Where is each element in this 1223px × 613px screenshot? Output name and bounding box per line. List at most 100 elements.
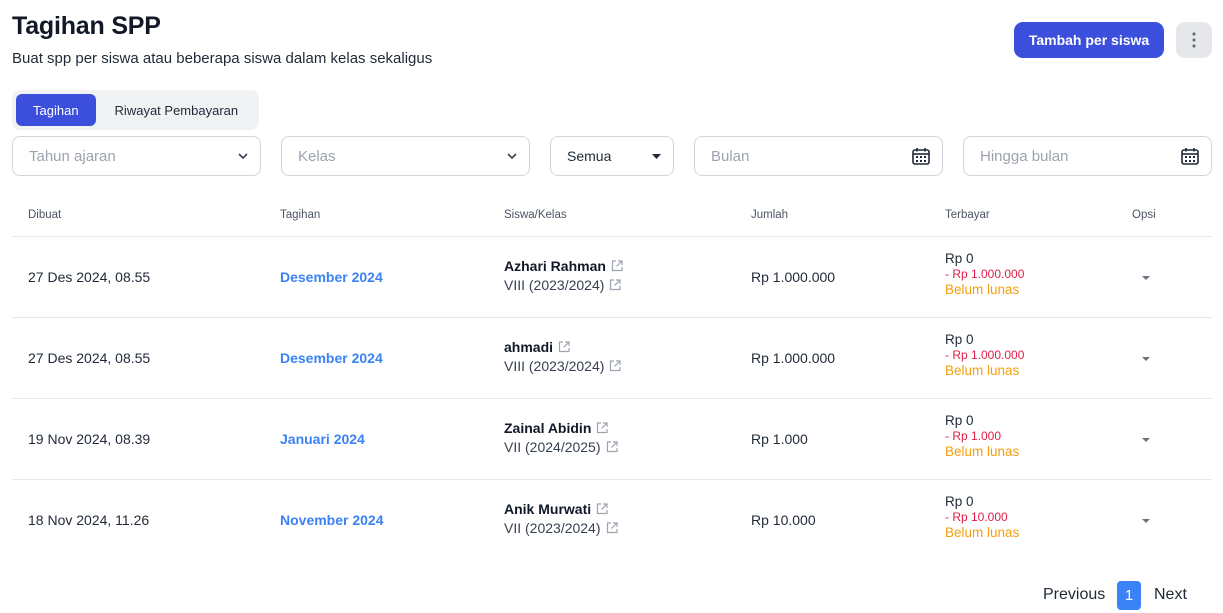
remaining-amount: - Rp 1.000.000	[945, 266, 1025, 281]
page-header: Tagihan SPP Buat spp per siswa atau bebe…	[12, 12, 432, 67]
student-name-link[interactable]: ahmadi	[504, 339, 621, 355]
created-date: 18 Nov 2024, 11.26	[28, 511, 150, 528]
bill-link[interactable]: Januari 2024	[280, 431, 365, 447]
remaining-amount: - Rp 10.000	[945, 509, 1008, 524]
remaining-amount: - Rp 1.000	[945, 428, 1002, 443]
tab-tagihan[interactable]: Tagihan	[16, 94, 96, 126]
student-class: VIII (2023/2024)	[504, 357, 605, 374]
paid-amount: Rp 0	[945, 412, 974, 428]
paid-cell: Rp 0- Rp 1.000.000 Belum lunas	[945, 251, 1024, 297]
external-link-icon[interactable]	[558, 340, 570, 353]
until-month-field[interactable]	[963, 136, 1212, 176]
student-name: Anik Murwati	[504, 500, 592, 517]
student-name: Zainal Abidin	[504, 419, 592, 436]
column-header-student-class: Siswa/Kelas	[504, 209, 567, 221]
caret-down-icon	[1142, 356, 1150, 361]
student-cell: Zainal Abidin VII (2024/2025)	[504, 420, 618, 455]
column-header-options: Opsi	[1132, 209, 1156, 221]
page-title: Tagihan SPP	[12, 12, 161, 40]
status-select[interactable]: Semua	[550, 136, 674, 176]
student-class-link[interactable]: VIII (2023/2024)	[504, 357, 622, 374]
until-month-input[interactable]	[980, 147, 1160, 165]
next-page-button[interactable]: Next	[1154, 586, 1187, 604]
caret-down-icon	[1142, 437, 1150, 442]
paid-cell: Rp 0- Rp 1.000.000 Belum lunas	[945, 332, 1024, 378]
external-link-icon[interactable]	[606, 521, 618, 534]
row-options-button[interactable]	[1136, 349, 1156, 369]
month-field[interactable]	[694, 136, 943, 176]
class-placeholder: Kelas	[298, 147, 336, 165]
bill-link[interactable]: Desember 2024	[280, 350, 383, 366]
paid-cell: Rp 0- Rp 10.000 Belum lunas	[945, 494, 1019, 540]
student-name-link[interactable]: Azhari Rahman	[504, 258, 623, 274]
amount: Rp 1.000.000	[751, 268, 836, 285]
external-link-icon[interactable]	[596, 502, 608, 515]
paid-amount: Rp 0	[945, 250, 974, 266]
bill-link[interactable]: Desember 2024	[280, 269, 383, 285]
amount: Rp 1.000.000	[751, 349, 836, 366]
paid-amount: Rp 0	[945, 493, 974, 509]
row-options-button[interactable]	[1136, 430, 1156, 450]
add-per-student-button[interactable]: Tambah per siswa	[1014, 22, 1164, 58]
created-date: 19 Nov 2024, 08.39	[28, 430, 151, 447]
student-cell: ahmadi VIII (2023/2024)	[504, 339, 622, 374]
created-date: 27 Des 2024, 08.55	[28, 268, 151, 285]
student-name: Azhari Rahman	[504, 257, 606, 274]
student-class: VIII (2023/2024)	[504, 276, 605, 293]
page-number-current[interactable]: 1	[1117, 581, 1141, 610]
header-divider	[12, 236, 1212, 237]
calendar-icon[interactable]	[912, 147, 930, 165]
column-header-paid: Terbayar	[945, 209, 990, 221]
status-select-value: Semua	[567, 148, 612, 164]
row-divider	[12, 317, 1212, 318]
tab-riwayat-pembayaran[interactable]: Riwayat Pembayaran	[98, 94, 255, 126]
student-cell: Azhari Rahman VIII (2023/2024)	[504, 258, 623, 293]
school-year-select[interactable]: Tahun ajaran	[12, 136, 261, 176]
amount: Rp 1.000	[751, 430, 808, 447]
page-subtitle: Buat spp per siswa atau beberapa siswa d…	[12, 50, 433, 67]
row-divider	[12, 398, 1212, 399]
remaining-amount: - Rp 1.000.000	[945, 347, 1025, 362]
column-header-amount: Jumlah	[751, 209, 789, 221]
student-class-link[interactable]: VII (2024/2025)	[504, 439, 618, 455]
external-link-icon[interactable]	[609, 278, 622, 291]
paid-amount: Rp 0	[945, 331, 974, 347]
kebab-vertical-icon	[1192, 32, 1196, 48]
row-options-button[interactable]	[1136, 511, 1156, 531]
class-select[interactable]: Kelas	[281, 136, 530, 176]
amount: Rp 10.000	[751, 511, 816, 528]
previous-page-button[interactable]: Previous	[1043, 586, 1105, 604]
status-badge: Belum lunas	[945, 443, 1020, 459]
calendar-icon[interactable]	[1181, 147, 1199, 165]
paid-cell: Rp 0- Rp 1.000 Belum lunas	[945, 413, 1019, 459]
caret-down-icon	[1142, 275, 1150, 280]
external-link-icon[interactable]	[609, 359, 622, 372]
student-class: VII (2024/2025)	[504, 438, 601, 455]
external-link-icon[interactable]	[606, 440, 618, 453]
student-name: ahmadi	[504, 338, 554, 355]
more-options-button[interactable]	[1176, 22, 1212, 58]
month-input[interactable]	[711, 147, 891, 165]
row-options-button[interactable]	[1136, 268, 1156, 288]
student-class-link[interactable]: VIII (2023/2024)	[504, 277, 623, 293]
external-link-icon[interactable]	[596, 421, 608, 434]
caret-down-icon	[652, 153, 661, 159]
school-year-placeholder: Tahun ajaran	[29, 147, 116, 165]
bill-link[interactable]: November 2024	[280, 512, 384, 528]
caret-down-icon	[1142, 518, 1150, 523]
status-badge: Belum lunas	[945, 362, 1020, 378]
student-class: VII (2023/2024)	[504, 519, 601, 536]
status-badge: Belum lunas	[945, 281, 1020, 297]
external-link-icon[interactable]	[611, 259, 623, 272]
column-header-bill: Tagihan	[280, 209, 321, 221]
student-cell: Anik Murwati VII (2023/2024)	[504, 501, 618, 536]
student-name-link[interactable]: Anik Murwati	[504, 501, 618, 517]
tab-group: Tagihan Riwayat Pembayaran	[12, 90, 259, 130]
chevron-down-icon	[238, 153, 248, 159]
student-class-link[interactable]: VII (2023/2024)	[504, 520, 618, 536]
status-badge: Belum lunas	[945, 524, 1020, 540]
student-name-link[interactable]: Zainal Abidin	[504, 420, 618, 436]
chevron-down-icon	[507, 153, 517, 159]
created-date: 27 Des 2024, 08.55	[28, 349, 151, 366]
row-divider	[12, 479, 1212, 480]
